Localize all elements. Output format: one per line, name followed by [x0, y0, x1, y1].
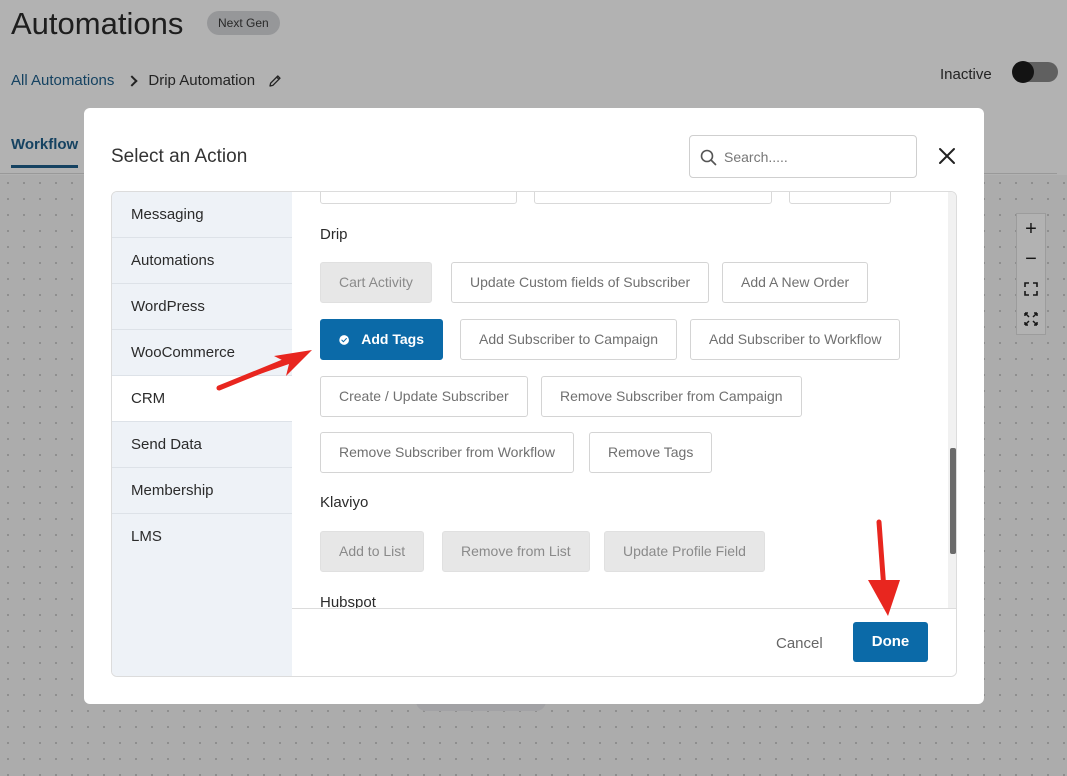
- search-input[interactable]: [724, 136, 912, 177]
- action-cart-activity[interactable]: Cart Activity: [320, 262, 432, 303]
- action-update-custom-fields[interactable]: Update Custom fields of Subscriber: [451, 262, 710, 303]
- action-add-subscriber-campaign[interactable]: Add Subscriber to Campaign: [460, 319, 677, 360]
- sidebar-item-lms[interactable]: LMS: [112, 514, 292, 560]
- done-button[interactable]: Done: [853, 622, 928, 662]
- category-sidebar: Messaging Automations WordPress WooComme…: [112, 192, 292, 676]
- action-button-partial[interactable]: [534, 192, 772, 204]
- action-add-tags-label: Add Tags: [361, 331, 424, 347]
- actions-list: Drip Cart Activity Update Custom fields …: [292, 192, 956, 608]
- modal-body: Messaging Automations WordPress WooComme…: [111, 191, 957, 677]
- select-action-modal: Select an Action Messaging Automations W…: [84, 108, 984, 704]
- scrollbar-thumb[interactable]: [950, 448, 956, 554]
- action-remove-subscriber-campaign[interactable]: Remove Subscriber from Campaign: [541, 376, 802, 417]
- section-title-klaviyo: Klaviyo: [320, 494, 369, 511]
- check-circle-icon: [339, 334, 349, 345]
- action-add-new-order[interactable]: Add A New Order: [722, 262, 869, 303]
- search-icon: [700, 149, 717, 166]
- action-remove-subscriber-workflow[interactable]: Remove Subscriber from Workflow: [320, 432, 575, 473]
- sidebar-item-automations[interactable]: Automations: [112, 238, 292, 284]
- sidebar-item-membership[interactable]: Membership: [112, 468, 292, 514]
- sidebar-item-messaging[interactable]: Messaging: [112, 192, 292, 238]
- sidebar-item-woocommerce[interactable]: WooCommerce: [112, 330, 292, 376]
- section-title-hubspot: Hubspot: [320, 594, 376, 608]
- search-box: [689, 135, 917, 178]
- close-icon[interactable]: [936, 145, 958, 167]
- sidebar-item-send-data[interactable]: Send Data: [112, 422, 292, 468]
- cancel-button[interactable]: Cancel: [776, 635, 823, 652]
- action-update-profile-field[interactable]: Update Profile Field: [604, 531, 765, 572]
- action-add-to-list[interactable]: Add to List: [320, 531, 425, 572]
- action-button-partial[interactable]: [320, 192, 517, 204]
- modal-title: Select an Action: [111, 146, 248, 167]
- sidebar-item-wordpress[interactable]: WordPress: [112, 284, 292, 330]
- action-button-partial[interactable]: [789, 192, 891, 204]
- modal-footer: Cancel Done: [292, 608, 956, 676]
- action-remove-from-list[interactable]: Remove from List: [442, 531, 590, 572]
- action-add-tags[interactable]: Add Tags: [320, 319, 443, 360]
- action-create-update-subscriber[interactable]: Create / Update Subscriber: [320, 376, 528, 417]
- action-add-subscriber-workflow[interactable]: Add Subscriber to Workflow: [690, 319, 901, 360]
- section-title-drip: Drip: [320, 226, 348, 243]
- sidebar-item-crm[interactable]: CRM: [112, 376, 292, 422]
- action-remove-tags[interactable]: Remove Tags: [589, 432, 713, 473]
